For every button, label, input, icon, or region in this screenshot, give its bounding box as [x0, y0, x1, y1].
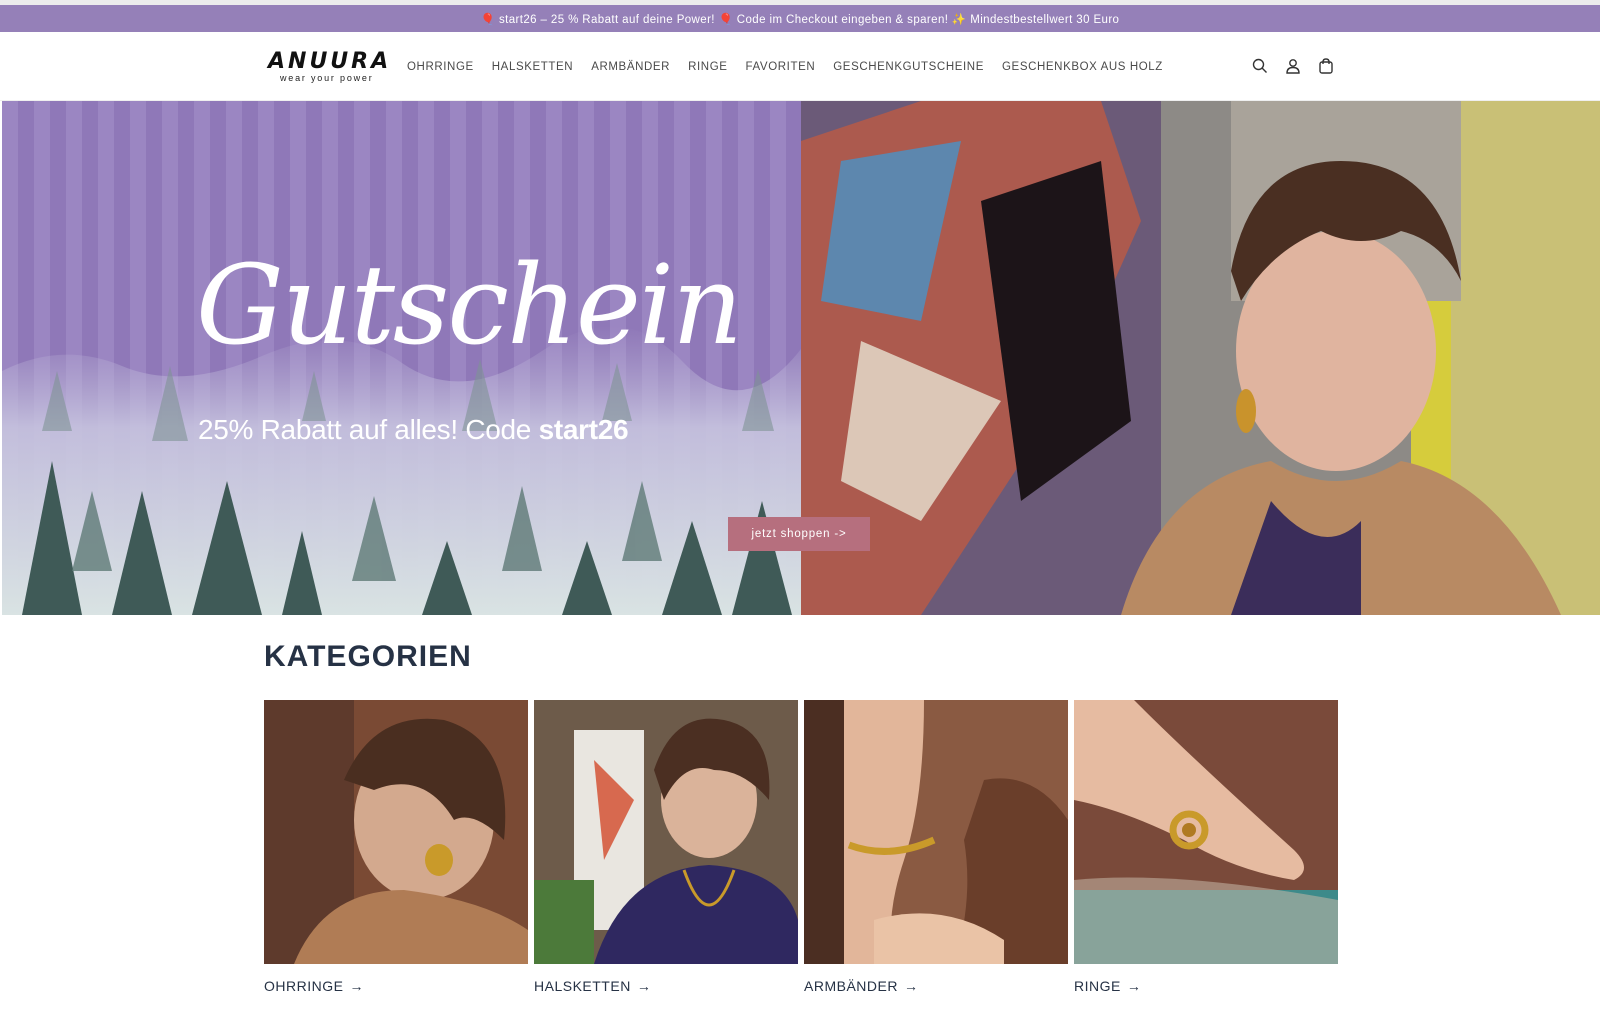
hero-script-title: Gutschein	[196, 241, 743, 369]
category-card-ringe[interactable]: RINGE →	[1074, 700, 1338, 994]
category-image-halsketten[interactable]	[534, 700, 798, 964]
category-label-ringe[interactable]: RINGE →	[1074, 978, 1338, 994]
category-label-halsketten[interactable]: HALSKETTEN →	[534, 978, 798, 994]
category-label-armbaender[interactable]: ARMBÄNDER →	[804, 978, 1068, 994]
category-label-text: HALSKETTEN	[534, 978, 631, 994]
logo-tagline: wear your power	[280, 73, 374, 83]
category-card-ohrringe[interactable]: OHRRINGE →	[264, 700, 528, 994]
category-card-armbaender[interactable]: ARMBÄNDER →	[804, 700, 1068, 994]
arrow-right-icon: →	[349, 978, 364, 994]
search-icon[interactable]	[1250, 54, 1270, 78]
account-icon[interactable]	[1283, 54, 1303, 78]
bracelet-model-photo	[804, 700, 1068, 964]
hero-subtitle: 25% Rabatt auf alles! Code start26	[198, 414, 629, 446]
category-image-armbaender[interactable]	[804, 700, 1068, 964]
category-image-ringe[interactable]	[1074, 700, 1338, 964]
header-icons	[1250, 54, 1336, 78]
hero-subtitle-text: 25% Rabatt auf alles! Code	[198, 414, 539, 445]
category-image-ohrringe[interactable]	[264, 700, 528, 964]
main-nav: OHRRINGE HALSKETTEN ARMBÄNDER RINGE FAVO…	[407, 32, 1181, 101]
necklace-model-photo	[534, 700, 798, 964]
ring-model-photo	[1074, 700, 1338, 964]
logo-wordmark: ANUURA	[268, 49, 392, 74]
shop-now-button[interactable]: jetzt shoppen ->	[728, 517, 870, 551]
category-label-text: OHRRINGE	[264, 978, 344, 994]
arrow-right-icon: →	[1126, 978, 1142, 994]
category-grid: OHRRINGE → HALSKETTEN → ARMBÄNDER → RING…	[264, 700, 1338, 994]
category-label-ohrringe[interactable]: OHRRINGE →	[264, 978, 528, 994]
earring-model-photo	[264, 700, 528, 964]
announcement-text: 🎈 start26 – 25 % Rabatt auf deine Power!…	[480, 13, 1120, 26]
hero-photo	[801, 101, 1600, 615]
site-header: ANUURA wear your power OHRRINGE HALSKETT…	[0, 32, 1600, 101]
nav-item-halsketten[interactable]: HALSKETTEN	[492, 61, 573, 73]
nav-item-geschenkgutscheine[interactable]: GESCHENKGUTSCHEINE	[833, 61, 984, 73]
announcement-bar: 🎈 start26 – 25 % Rabatt auf deine Power!…	[0, 5, 1600, 32]
nav-item-armbaender[interactable]: ARMBÄNDER	[591, 61, 670, 73]
logo[interactable]: ANUURA wear your power	[268, 49, 388, 85]
nav-item-geschenkbox[interactable]: GESCHENKBOX AUS HOLZ	[1002, 61, 1163, 73]
arrow-right-icon: →	[636, 978, 652, 994]
categories-title: KATEGORIEN	[264, 640, 472, 673]
cart-icon[interactable]	[1316, 54, 1336, 78]
hero-model-photo	[801, 101, 1600, 615]
hero-promo-code: start26	[538, 414, 629, 445]
arrow-right-icon: →	[903, 978, 919, 994]
category-label-text: RINGE	[1074, 978, 1121, 994]
category-card-halsketten[interactable]: HALSKETTEN →	[534, 700, 798, 994]
nav-item-ohrringe[interactable]: OHRRINGE	[407, 61, 474, 73]
nav-item-favoriten[interactable]: FAVORITEN	[746, 61, 816, 73]
category-label-text: ARMBÄNDER	[804, 978, 898, 994]
nav-item-ringe[interactable]: RINGE	[688, 61, 727, 73]
